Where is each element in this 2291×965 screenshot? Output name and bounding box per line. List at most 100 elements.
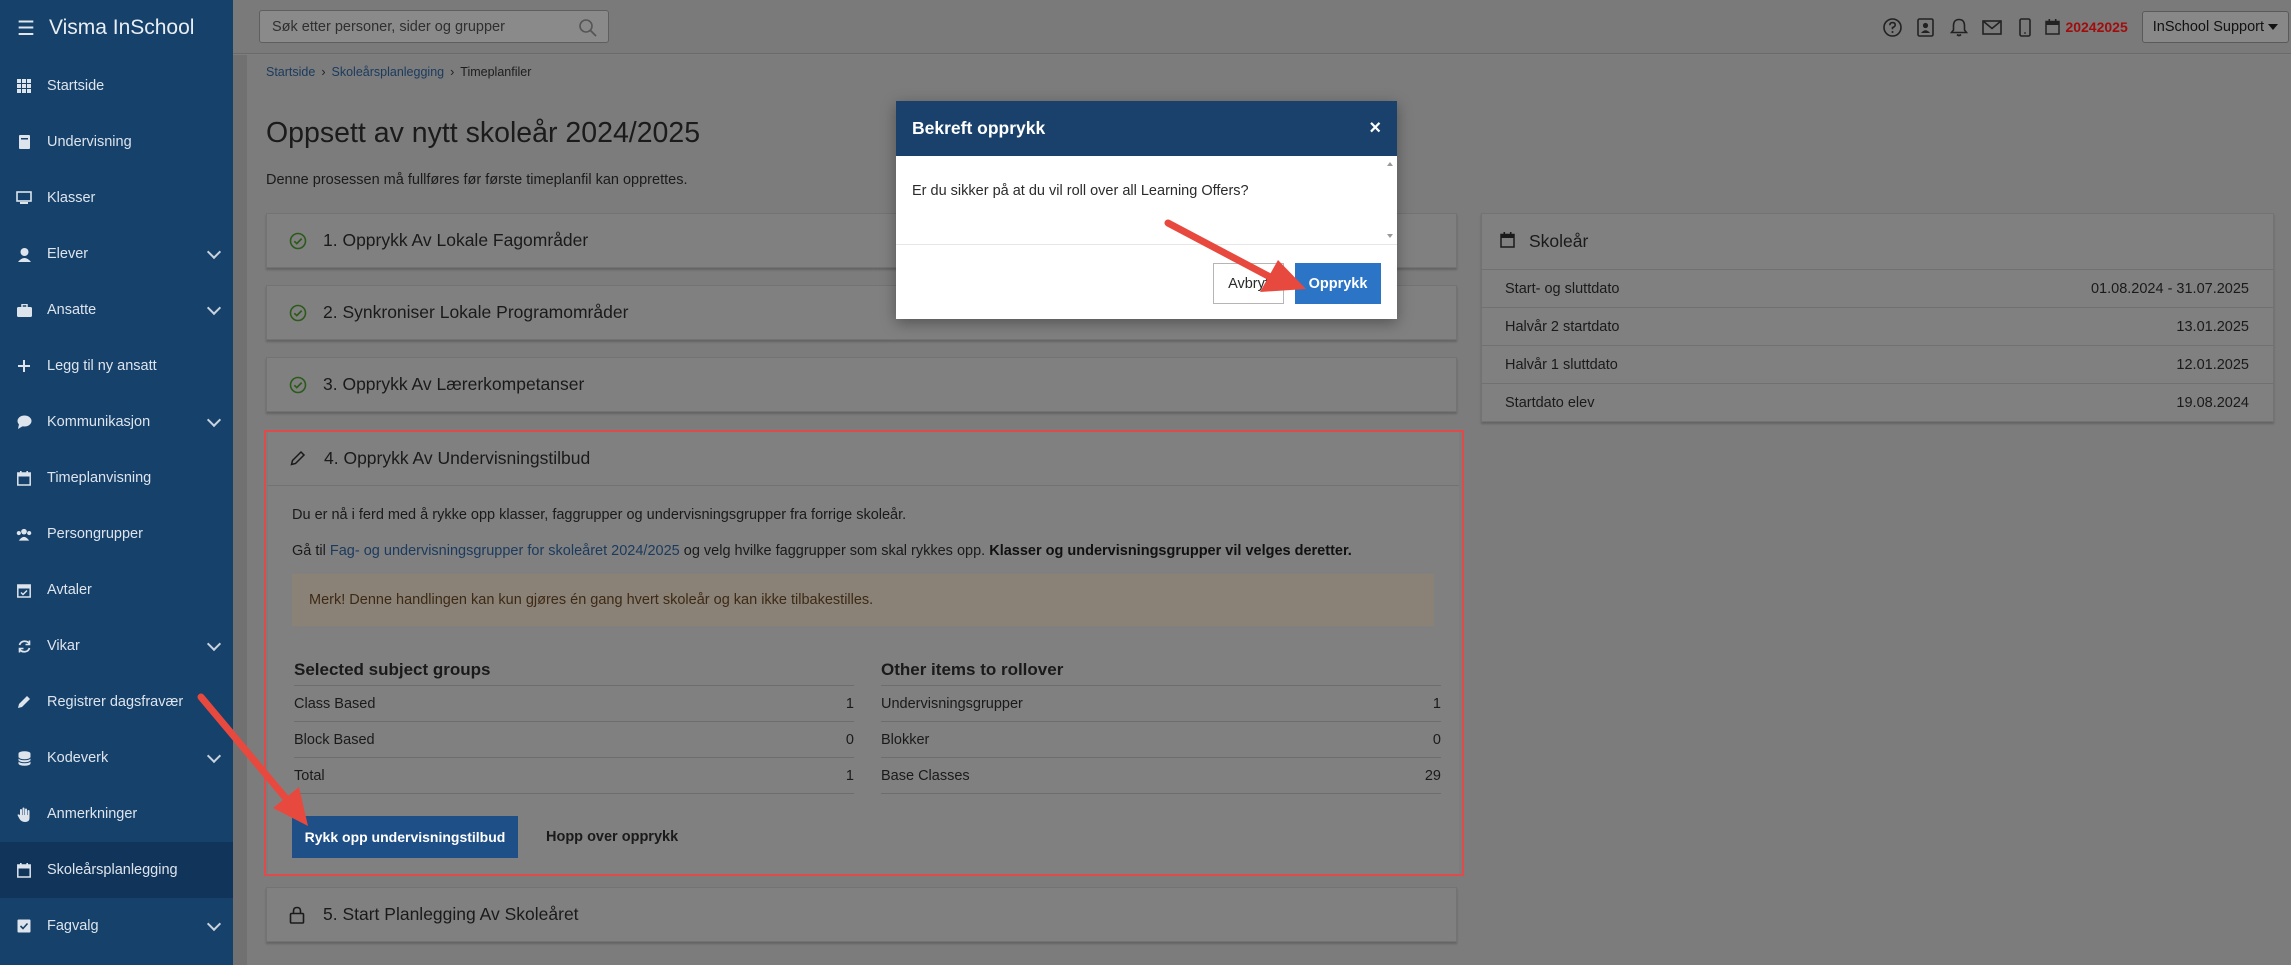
- row-value: 19.08.2024: [2176, 395, 2249, 411]
- breadcrumb: Startside › Skoleårsplanlegging › Timepl…: [266, 65, 531, 79]
- book-check-icon: [16, 918, 32, 934]
- rollover-offers-button[interactable]: Rykk opp undervisningstilbud: [292, 816, 518, 858]
- contact-card-icon[interactable]: [1909, 0, 1942, 54]
- confirm-rollover-button[interactable]: Opprykk: [1295, 263, 1381, 304]
- sidebar-item-persongrupper[interactable]: Persongrupper: [0, 506, 233, 562]
- step-4-header[interactable]: 4. Opprykk Av Undervisningstilbud: [268, 432, 1459, 486]
- table-row: Block Based 0: [294, 722, 854, 758]
- page-subtitle: Denne prosessen må fullføres før første …: [266, 172, 688, 188]
- search-input[interactable]: [260, 11, 608, 42]
- sidebar-item-vikar[interactable]: Vikar: [0, 618, 233, 674]
- presentation-icon: [16, 190, 32, 206]
- info-row: Halvår 1 sluttdato 12.01.2025: [1482, 346, 2273, 384]
- sidebar-item-fagvalg[interactable]: Fagvalg: [0, 898, 233, 954]
- dialog-title: Bekreft opprykk: [912, 118, 1046, 138]
- row-value: 1: [845, 767, 854, 784]
- sidebar-item-label: Kommunikasjon: [47, 414, 151, 430]
- step-4: 4. Opprykk Av Undervisningstilbud Du er …: [268, 432, 1459, 874]
- row-value: 0: [845, 731, 854, 748]
- mobile-icon[interactable]: [2008, 0, 2041, 54]
- step-4-intro: Du er nå i ferd med å rykke opp klasser,…: [292, 507, 907, 523]
- sidebar-item-anmerkninger[interactable]: Anmerkninger: [0, 786, 233, 842]
- page-title: Oppsett av nytt skoleår 2024/2025: [266, 117, 701, 149]
- step-5[interactable]: 5. Start Planlegging Av Skoleåret: [266, 887, 1457, 942]
- row-value: 0: [1432, 731, 1441, 748]
- check-circle-icon: [289, 232, 307, 250]
- step-3[interactable]: 3. Opprykk Av Lærerkompetanser: [266, 357, 1457, 412]
- hand-icon: [16, 806, 32, 822]
- sidebar-item-startside[interactable]: Startside: [0, 58, 233, 114]
- chevron-down-icon[interactable]: [206, 412, 222, 428]
- student-icon: [16, 246, 32, 262]
- row-label: Total: [294, 767, 325, 784]
- breadcrumb-link-startside[interactable]: Startside: [266, 65, 315, 79]
- sidebar-item-kodeverk[interactable]: Kodeverk: [0, 730, 233, 786]
- breadcrumb-link-skolearsplanlegging[interactable]: Skoleårsplanlegging: [332, 65, 445, 79]
- row-label: Block Based: [294, 731, 375, 748]
- sidebar-item-kommunikasjon[interactable]: Kommunikasjon: [0, 394, 233, 450]
- step-title: 4. Opprykk Av Undervisningstilbud: [324, 448, 591, 468]
- chevron-down-icon[interactable]: [206, 636, 222, 652]
- sidebar-item-registrer-dagsfravaer[interactable]: Registrer dagsfravær: [0, 674, 233, 730]
- user-menu-button[interactable]: InSchool Support: [2141, 11, 2289, 43]
- calendar-icon: [1500, 231, 1515, 252]
- row-label: Halvår 1 sluttdato: [1505, 356, 1618, 373]
- row-value: 01.08.2024 - 31.07.2025: [2090, 280, 2249, 297]
- sidebar-item-klasser[interactable]: Klasser: [0, 170, 233, 226]
- help-icon[interactable]: [1876, 0, 1909, 54]
- chevron-down-icon[interactable]: [206, 244, 222, 260]
- cancel-button[interactable]: Avbryt: [1213, 263, 1284, 304]
- row-value: 29: [1424, 767, 1441, 784]
- calendar-icon[interactable]: [2041, 0, 2063, 54]
- school-year-card: Skoleår Start- og sluttdato 01.08.2024 - …: [1481, 213, 2274, 422]
- dialog-message: Er du sikker på at du vil roll over all …: [912, 183, 1249, 199]
- subject-groups-link[interactable]: Fag- og undervisningsgrupper for skoleår…: [330, 543, 680, 559]
- close-icon[interactable]: ×: [1369, 118, 1381, 138]
- hamburger-menu-icon[interactable]: ☰: [17, 16, 35, 41]
- sidebar-item-elever[interactable]: Elever: [0, 226, 233, 282]
- check-circle-icon: [289, 304, 307, 322]
- sidebar-item-avtaler[interactable]: Avtaler: [0, 562, 233, 618]
- calendar-check-icon: [16, 582, 32, 598]
- chevron-down-icon[interactable]: [206, 300, 222, 316]
- row-value: 13.01.2025: [2176, 318, 2249, 335]
- school-year-selector[interactable]: 20242025: [2065, 19, 2127, 35]
- table-row: Undervisningsgrupper 1: [881, 686, 1441, 722]
- table-row: Total 1: [294, 758, 854, 794]
- row-label: Undervisningsgrupper: [881, 695, 1023, 712]
- search-box: [259, 10, 609, 43]
- search-icon[interactable]: [578, 18, 598, 38]
- info-row: Startdato elev 19.08.2024: [1482, 384, 2273, 422]
- chevron-right-icon: ›: [321, 65, 326, 79]
- sidebar: ☰ Visma InSchool Startside Undervisning …: [0, 0, 233, 965]
- brand: ☰ Visma InSchool: [0, 0, 233, 56]
- dialog-header: Bekreft opprykk ×: [896, 101, 1397, 156]
- scroll-down-icon[interactable]: [1387, 234, 1393, 238]
- sidebar-item-label: Persongrupper: [47, 526, 143, 542]
- info-row: Start- og sluttdato 01.08.2024 - 31.07.20…: [1482, 270, 2273, 308]
- instruction-middle: og velg hvilke faggrupper som skal rykke…: [683, 543, 986, 559]
- step-title: 5. Start Planlegging Av Skoleåret: [323, 904, 579, 924]
- mail-icon[interactable]: [1975, 0, 2008, 54]
- scroll-up-icon[interactable]: [1387, 162, 1393, 166]
- content-gutter: [233, 55, 247, 965]
- app-title[interactable]: Visma InSchool: [49, 16, 195, 40]
- step-title: 1. Opprykk Av Lokale Fagområder: [323, 230, 589, 250]
- bell-icon[interactable]: [1942, 0, 1975, 54]
- card-title: Skoleår: [1529, 231, 1589, 251]
- sidebar-item-undervisning[interactable]: Undervisning: [0, 114, 233, 170]
- chevron-down-icon[interactable]: [206, 748, 222, 764]
- pencil-icon: [290, 450, 308, 468]
- sidebar-item-legg-til-ny-ansatt[interactable]: Legg til ny ansatt: [0, 338, 233, 394]
- sidebar-item-label: Timeplanvisning: [47, 470, 152, 486]
- sidebar-item-timeplanvisning[interactable]: Timeplanvisning: [0, 450, 233, 506]
- sidebar-item-ansatte[interactable]: Ansatte: [0, 282, 233, 338]
- sidebar-item-skolearsplanlegging[interactable]: Skoleårsplanlegging: [0, 842, 233, 898]
- user-menu-label: InSchool Support: [2152, 19, 2264, 35]
- step-title: 2. Synkroniser Lokale Programområder: [323, 302, 629, 322]
- chevron-down-icon[interactable]: [206, 916, 222, 932]
- skip-rollover-button[interactable]: Hopp over opprykk: [530, 816, 694, 858]
- table-title: Other items to rollover: [881, 654, 1441, 686]
- database-icon: [16, 750, 32, 766]
- instruction-prefix: Gå til: [292, 543, 326, 559]
